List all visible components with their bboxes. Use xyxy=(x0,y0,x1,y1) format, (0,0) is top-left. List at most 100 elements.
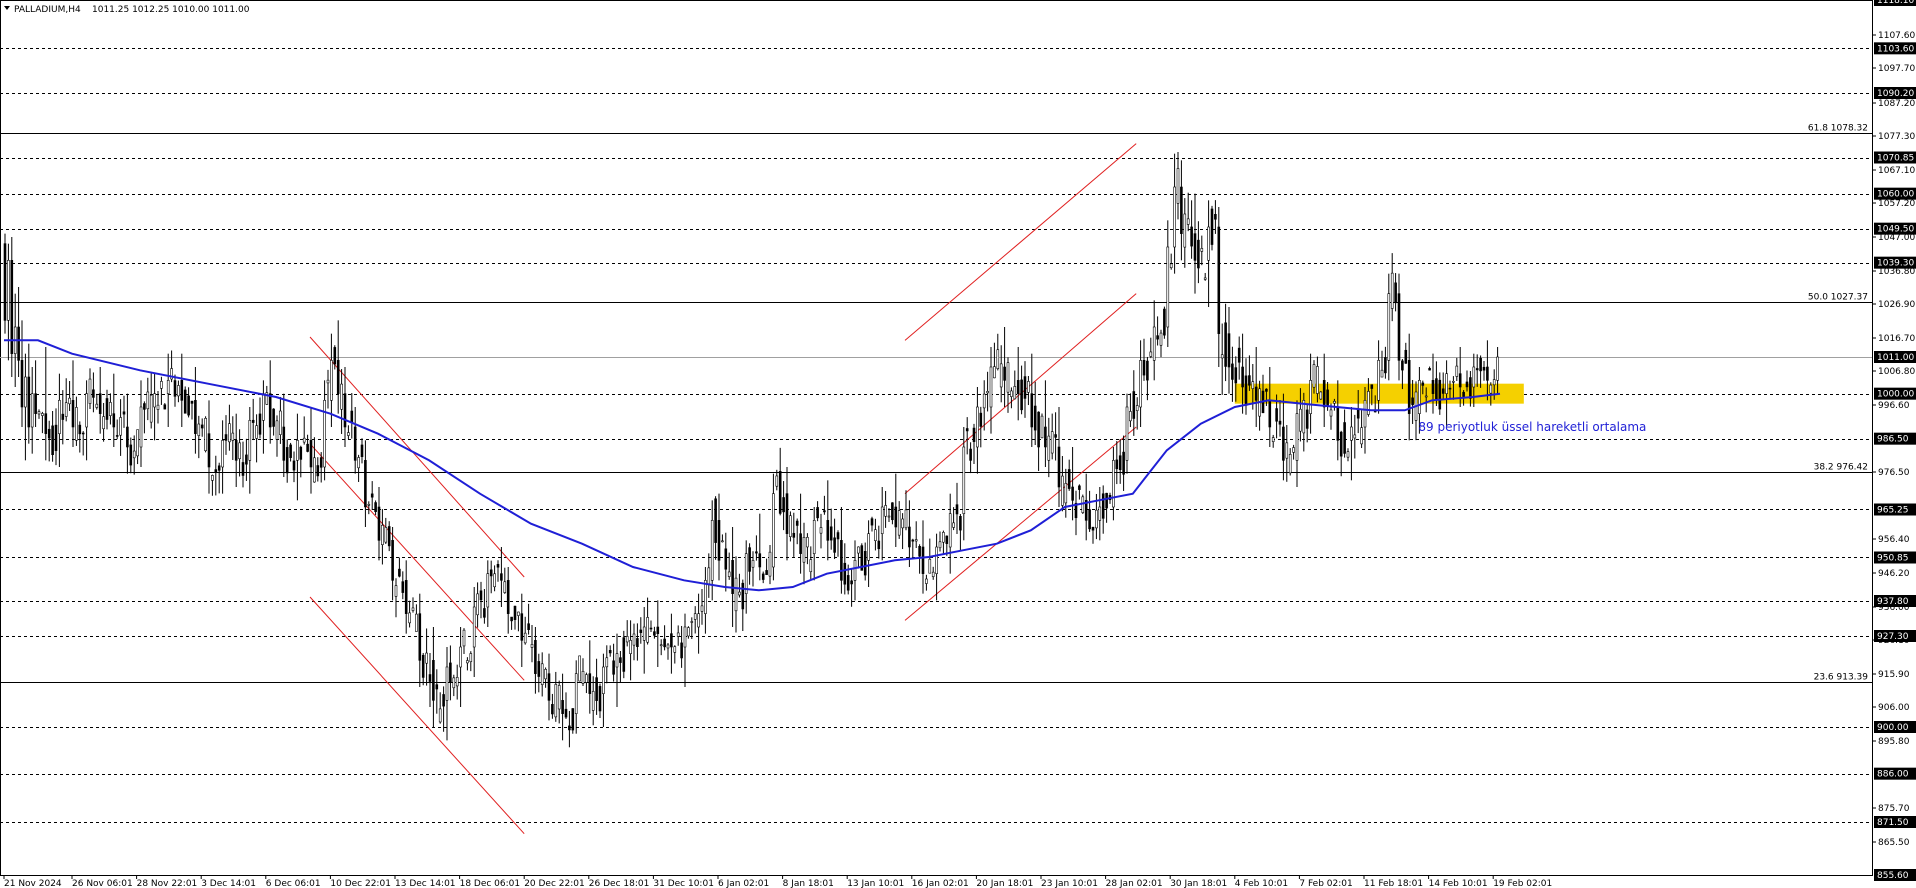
candle-body xyxy=(1190,226,1193,247)
candle-body xyxy=(1030,393,1034,428)
candle-body xyxy=(24,376,27,408)
candle-body xyxy=(387,526,391,547)
candle-body xyxy=(1387,293,1391,361)
candle-body xyxy=(85,393,88,428)
candle-body xyxy=(928,558,932,574)
ascending-channel-line xyxy=(904,426,1137,621)
price-tick-label: 1026.90 xyxy=(1878,300,1915,310)
candle-body xyxy=(744,553,748,594)
chart-window[interactable]: 61.8 1078.32 50.0 1027.37 38.2 976.42 23.6 … xyxy=(0,0,1916,888)
time-axis: 21 Nov 2024 26 Nov 06:01 28 Nov 22:01 3 Dec… xyxy=(0,875,1872,888)
candle-body xyxy=(1380,369,1384,378)
candle-body xyxy=(595,677,598,701)
palladium-h4-chart[interactable]: 61.8 1078.32 50.0 1027.37 38.2 976.42 23.6 … xyxy=(0,0,1916,888)
candle-body xyxy=(500,573,503,581)
candle-body xyxy=(20,360,24,408)
candle-body xyxy=(1061,475,1064,506)
candle-body xyxy=(279,410,282,435)
candle-body xyxy=(1486,366,1489,381)
candle-body xyxy=(350,410,354,423)
candle-body xyxy=(272,408,275,427)
candle-body xyxy=(799,533,802,554)
triangle-down-icon[interactable] xyxy=(4,6,10,10)
candle-body xyxy=(717,520,721,561)
candle-body xyxy=(319,457,323,468)
candle-body xyxy=(418,613,422,661)
candle-body xyxy=(98,393,102,414)
candle-body xyxy=(1401,360,1404,371)
channel-lines xyxy=(309,143,1137,835)
candle-body xyxy=(965,428,969,432)
candle-body xyxy=(1101,493,1105,519)
candle-body xyxy=(1169,263,1173,269)
candle-body xyxy=(1064,483,1068,504)
ema-89-line xyxy=(4,339,1501,592)
candle-body xyxy=(469,653,473,663)
candle-body xyxy=(1411,397,1414,406)
candle-body xyxy=(962,446,966,514)
candle-body xyxy=(523,632,527,644)
candle-body xyxy=(1023,376,1027,399)
candle-body xyxy=(1397,293,1401,361)
candle-body xyxy=(1319,391,1323,400)
candle-body xyxy=(459,646,462,668)
candle-body xyxy=(908,526,911,548)
candle-body xyxy=(1455,365,1459,377)
candle-body xyxy=(309,440,313,468)
candle-body xyxy=(891,502,894,521)
candle-body xyxy=(1033,405,1037,431)
candle-body xyxy=(938,541,942,549)
candle-body xyxy=(795,520,799,526)
candle-body xyxy=(326,379,330,384)
candle-body xyxy=(979,412,983,427)
candle-body xyxy=(435,684,439,690)
candle-body xyxy=(1271,437,1275,442)
candle-body xyxy=(54,424,58,451)
candle-body xyxy=(122,411,126,415)
candle-body xyxy=(1288,454,1292,474)
candle-body xyxy=(574,673,578,714)
candle-body xyxy=(840,540,843,581)
candle-body xyxy=(853,560,857,581)
candle-body xyxy=(1095,509,1098,529)
candle-body xyxy=(126,426,129,448)
candle-body xyxy=(724,548,728,570)
candle-body xyxy=(364,460,367,508)
price-box-label: 927.30 xyxy=(1877,632,1909,642)
candle-body xyxy=(874,529,877,541)
candle-body xyxy=(782,497,785,513)
time-tick-label: 11 Feb 18:01 xyxy=(1364,879,1423,888)
candle-body xyxy=(836,532,840,540)
candle-body xyxy=(568,725,571,731)
candle-body xyxy=(207,433,211,468)
price-tick-label: 1057.20 xyxy=(1878,199,1915,209)
candle-body xyxy=(1027,381,1030,393)
candle-body xyxy=(1237,347,1241,363)
candle-body xyxy=(1149,351,1153,357)
time-tick-label: 26 Nov 06:01 xyxy=(72,879,133,888)
candle-body xyxy=(160,381,163,389)
price-tick-label: 946.20 xyxy=(1878,569,1910,579)
candle-body xyxy=(517,611,520,616)
candle-body xyxy=(989,366,993,408)
candle-body xyxy=(58,400,61,434)
candle-body xyxy=(1081,496,1085,513)
candle-body xyxy=(330,360,333,401)
candle-body xyxy=(925,578,928,584)
candle-body xyxy=(1339,431,1343,457)
candle-body xyxy=(676,632,680,637)
candle-body xyxy=(931,571,935,577)
candle-body xyxy=(347,432,350,436)
candle-body xyxy=(404,580,408,614)
candle-body xyxy=(547,673,551,701)
candle-body xyxy=(952,522,955,528)
candle-body xyxy=(802,537,806,563)
candle-body xyxy=(1305,409,1309,429)
candle-body xyxy=(370,493,374,498)
candle-body xyxy=(340,383,343,410)
candle-body xyxy=(1050,431,1054,454)
candle-body xyxy=(1112,460,1115,508)
candle-body xyxy=(231,432,235,441)
candle-body xyxy=(1424,395,1428,398)
candle-body xyxy=(391,540,394,581)
